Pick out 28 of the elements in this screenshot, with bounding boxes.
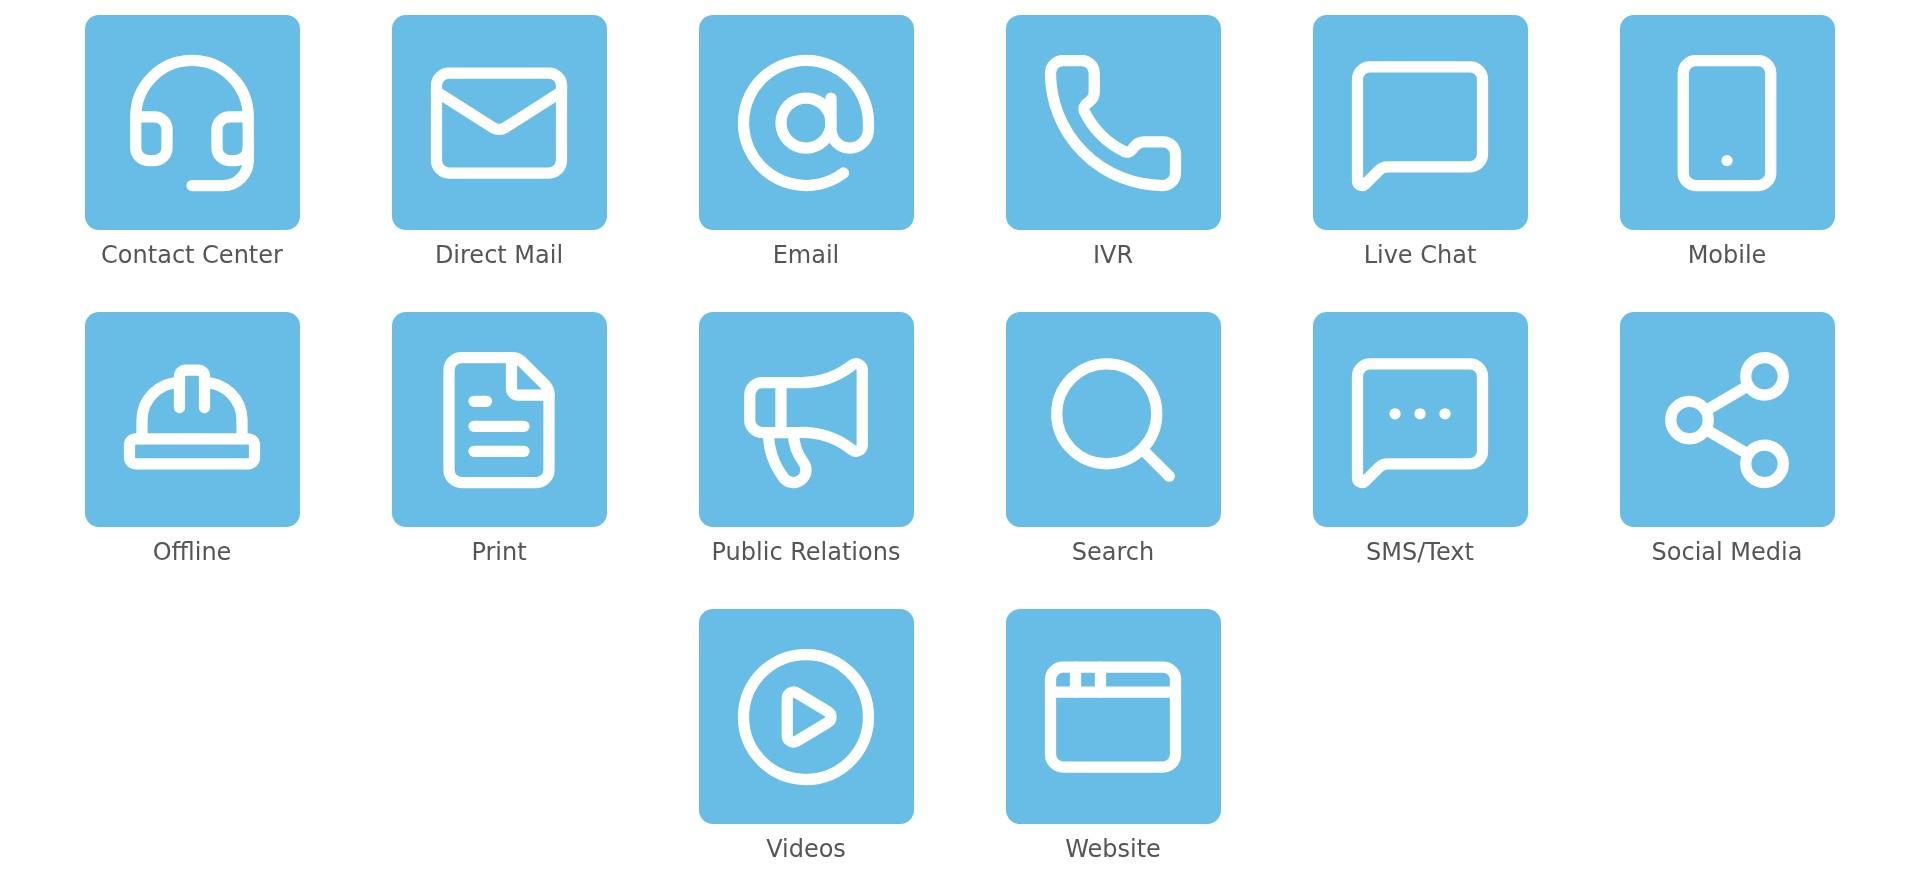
channel-label: Mobile [1687, 240, 1767, 270]
channel-tile[interactable] [1619, 15, 1835, 230]
channel-label: Website [1065, 834, 1161, 864]
channel-tile[interactable] [698, 609, 914, 824]
channel-tile[interactable] [1005, 609, 1221, 824]
channel-tile[interactable] [391, 312, 607, 527]
channel-label: Contact Center [101, 240, 283, 270]
channel-tile[interactable] [1005, 312, 1221, 527]
channel-tile[interactable] [1005, 15, 1221, 230]
channel-tile[interactable] [84, 312, 300, 527]
channel-label: IVR [1092, 240, 1134, 270]
channel-tile[interactable] [1312, 15, 1528, 230]
channel-label: Social Media [1651, 537, 1803, 567]
channel-tile[interactable] [1619, 312, 1835, 527]
channel-label: Offline [152, 537, 232, 567]
channel-label: Live Chat [1363, 240, 1477, 270]
channel-label: Print [471, 537, 527, 567]
channel-label: Public Relations [711, 537, 901, 567]
channel-tile[interactable] [84, 15, 300, 230]
channel-tile[interactable] [698, 15, 914, 230]
channel-label: Direct Mail [434, 240, 564, 270]
channel-tile[interactable] [698, 312, 914, 527]
channel-tile[interactable] [1312, 312, 1528, 527]
channel-label: SMS/Text [1366, 537, 1474, 567]
channel-label: Search [1071, 537, 1155, 567]
channel-label: Videos [766, 834, 846, 864]
channel-tile[interactable] [391, 15, 607, 230]
channel-label: Email [772, 240, 840, 270]
